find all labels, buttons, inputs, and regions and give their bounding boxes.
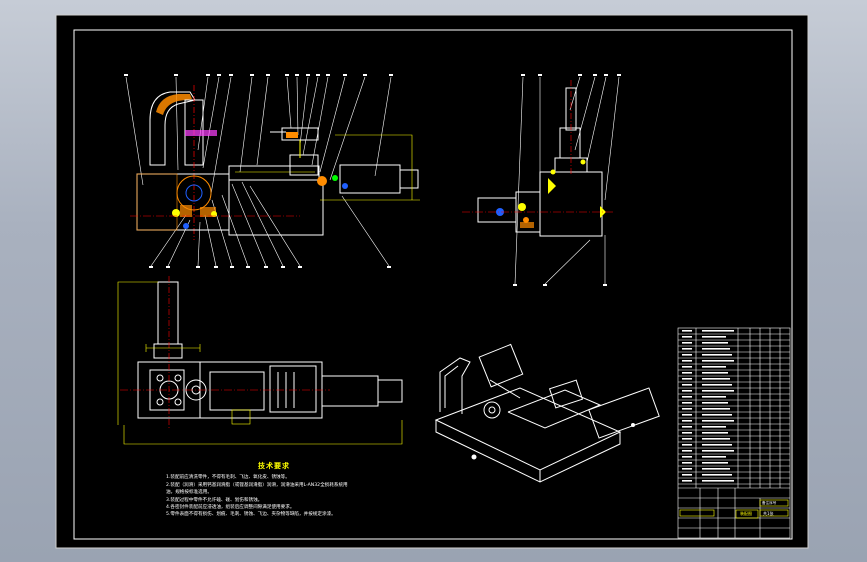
parts-list-entry-mark <box>682 360 692 362</box>
parts-list-entry-mark <box>702 396 726 398</box>
parts-list-entry-mark <box>682 456 692 458</box>
parts-list-entry-mark <box>682 390 692 392</box>
parts-list-entry-mark <box>702 474 732 476</box>
parts-list-entry-mark <box>682 432 692 434</box>
parts-list-entry-mark <box>702 402 728 404</box>
parts-list-entry-mark <box>702 342 728 344</box>
tech-note: 2.装配（润滑）采用钙基润滑脂（或锂基润滑脂）润滑，润滑油采用L-AN32全损耗… <box>166 483 348 495</box>
parts-list-entry-mark <box>682 366 692 368</box>
parts-list-entry-mark <box>682 414 692 416</box>
parts-list-entry-mark <box>702 432 728 434</box>
parts-list-entry-mark <box>682 336 692 338</box>
parts-list-entry-mark <box>682 438 692 440</box>
parts-list-entry-mark <box>682 348 692 350</box>
parts-list-entry-mark <box>702 456 726 458</box>
parts-list-entry-mark <box>702 378 730 380</box>
parts-list-entry-mark <box>682 408 692 410</box>
title-block-sheet: 共1张 <box>763 511 774 516</box>
tech-note: 5.零件表面不得有损伤、划痕、毛刺、锈蚀、飞边、夹杂物等缺陷，并按规定涂漆。 <box>166 512 336 517</box>
title-block-header: 备注序号 <box>762 501 777 505</box>
parts-list-entry-mark <box>682 474 692 476</box>
parts-list-entry-mark <box>702 390 734 392</box>
parts-list-entry-mark <box>682 342 692 344</box>
parts-list-entry-mark <box>702 444 732 446</box>
parts-list-entry-mark <box>702 480 734 482</box>
parts-list-entry-mark <box>702 372 728 374</box>
parts-list-entry-mark <box>702 408 730 410</box>
parts-list-entry-mark <box>682 378 692 380</box>
parts-list-entry-mark <box>702 366 726 368</box>
title-block-name: 装配图 <box>740 511 752 516</box>
parts-list-entry-mark <box>682 468 692 470</box>
parts-list-entry-mark <box>682 354 692 356</box>
parts-list-entry-mark <box>682 330 692 332</box>
parts-list-entry-mark <box>682 402 692 404</box>
parts-list-entry-mark <box>682 420 692 422</box>
parts-list-entry-mark <box>702 330 734 332</box>
parts-list-entry-mark <box>702 354 732 356</box>
parts-list-entry-mark <box>682 462 692 464</box>
tech-note: 4.各密封件装配前应浸透油，组装后应调整间隙满足使用要求。 <box>166 505 295 510</box>
parts-list-entry-mark <box>702 450 734 452</box>
parts-list-entry-mark <box>682 426 692 428</box>
parts-list-entry-mark <box>702 384 732 386</box>
parts-list-entry-mark <box>682 384 692 386</box>
parts-list-entry-mark <box>702 426 726 428</box>
parts-list-entry-mark <box>702 462 728 464</box>
parts-list-entry-mark <box>682 372 692 374</box>
parts-list-entry-mark <box>702 438 730 440</box>
cad-drawing-sheet <box>55 14 809 549</box>
parts-list-entry-mark <box>702 468 730 470</box>
parts-list-entry-mark <box>682 450 692 452</box>
tech-note: 1.装配前应清洗零件，不得有毛刺、飞边、氧化皮、锈蚀等。 <box>166 475 290 480</box>
tech-note: 3.装配过程中零件不允许磕、碰、划伤和锈蚀。 <box>166 498 263 503</box>
parts-list-entry-mark <box>682 444 692 446</box>
parts-list-entry-mark <box>702 360 734 362</box>
parts-list-entry-mark <box>702 420 734 422</box>
parts-list-entry-mark <box>702 414 732 416</box>
parts-list-entry-mark <box>682 396 692 398</box>
parts-list-entry-mark <box>682 480 692 482</box>
tech-requirements-title: 技术要求 <box>258 462 290 470</box>
parts-list-entry-mark <box>702 348 730 350</box>
parts-list-entry-mark <box>702 336 726 338</box>
